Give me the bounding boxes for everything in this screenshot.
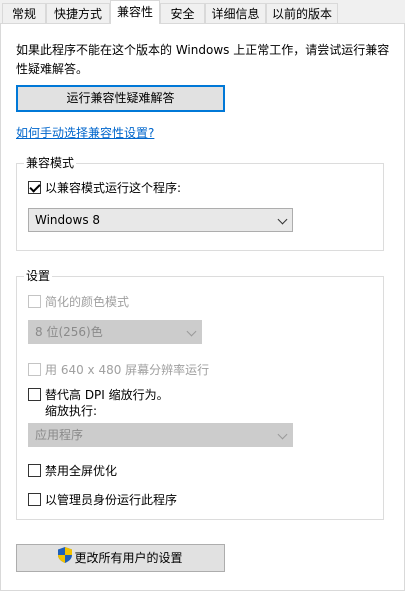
change-all-users-label: 更改所有用户的设置 xyxy=(74,551,183,565)
tab-general[interactable]: 常规 xyxy=(2,3,46,23)
compat-os-select-value: Windows 8 xyxy=(35,213,101,227)
dpi-scaling-select-value: 应用程序 xyxy=(35,428,84,442)
reduced-color-checkbox[interactable]: 简化的颜色模式 xyxy=(28,293,129,309)
run-as-admin-label: 以管理员身份运行此程序 xyxy=(45,492,178,507)
dpi-override-checkbox[interactable]: 替代高 DPI 缩放行为。 xyxy=(28,386,169,402)
checkbox-unchecked-icon xyxy=(28,492,41,506)
settings-group-label: 设置 xyxy=(24,267,53,284)
dpi-scaling-sublabel: 缩放执行: xyxy=(45,404,98,418)
tab-strip: 常规 快捷方式 兼容性 安全 详细信息 以前的版本 xyxy=(0,0,405,24)
tab-shortcut[interactable]: 快捷方式 xyxy=(46,3,110,23)
compat-mode-group-label: 兼容模式 xyxy=(24,154,77,171)
run-as-admin-checkbox[interactable]: 以管理员身份运行此程序 xyxy=(28,491,177,507)
color-depth-select[interactable]: 8 位(256)色 xyxy=(28,320,202,344)
reduced-color-label: 简化的颜色模式 xyxy=(45,294,130,309)
uac-shield-icon xyxy=(58,546,73,572)
tab-security[interactable]: 安全 xyxy=(160,3,205,23)
compatibility-panel: 如果此程序不能在这个版本的 Windows 上正常工作，请尝试运行兼容性疑难解答… xyxy=(0,23,405,591)
checkbox-unchecked-icon xyxy=(28,294,41,308)
chevron-down-icon xyxy=(277,429,288,440)
checkbox-unchecked-icon xyxy=(28,362,41,376)
disable-fullscreen-label: 禁用全屏优化 xyxy=(45,463,118,478)
compat-mode-checkbox-label: 以兼容模式运行这个程序: xyxy=(45,180,182,195)
color-depth-select-value: 8 位(256)色 xyxy=(35,325,103,339)
disable-fullscreen-checkbox[interactable]: 禁用全屏优化 xyxy=(28,462,117,478)
checkbox-unchecked-icon xyxy=(28,463,41,477)
checkbox-unchecked-icon xyxy=(28,387,41,401)
run-troubleshooter-button[interactable]: 运行兼容性疑难解答 xyxy=(16,85,225,112)
tab-compatibility[interactable]: 兼容性 xyxy=(110,0,160,24)
res-640-checkbox[interactable]: 用 640 x 480 屏幕分辨率运行 xyxy=(28,361,209,377)
dpi-scaling-select[interactable]: 应用程序 xyxy=(28,423,293,447)
chevron-down-icon xyxy=(277,214,288,225)
description-text: 如果此程序不能在这个版本的 Windows 上正常工作，请尝试运行兼容性疑难解答… xyxy=(16,43,390,76)
compat-os-select[interactable]: Windows 8 xyxy=(28,208,293,232)
checkbox-checked-icon xyxy=(28,180,41,194)
manual-settings-link[interactable]: 如何手动选择兼容性设置? xyxy=(16,124,154,141)
res-640-label: 用 640 x 480 屏幕分辨率运行 xyxy=(45,362,210,377)
change-all-users-button[interactable]: 更改所有用户的设置 xyxy=(16,544,225,572)
dpi-override-label: 替代高 DPI 缩放行为。 xyxy=(45,387,169,402)
compat-mode-checkbox[interactable]: 以兼容模式运行这个程序: xyxy=(28,179,181,195)
tab-previous-versions[interactable]: 以前的版本 xyxy=(266,3,338,23)
compat-mode-group xyxy=(16,163,384,251)
chevron-down-icon xyxy=(186,326,197,337)
tab-details[interactable]: 详细信息 xyxy=(205,3,266,23)
